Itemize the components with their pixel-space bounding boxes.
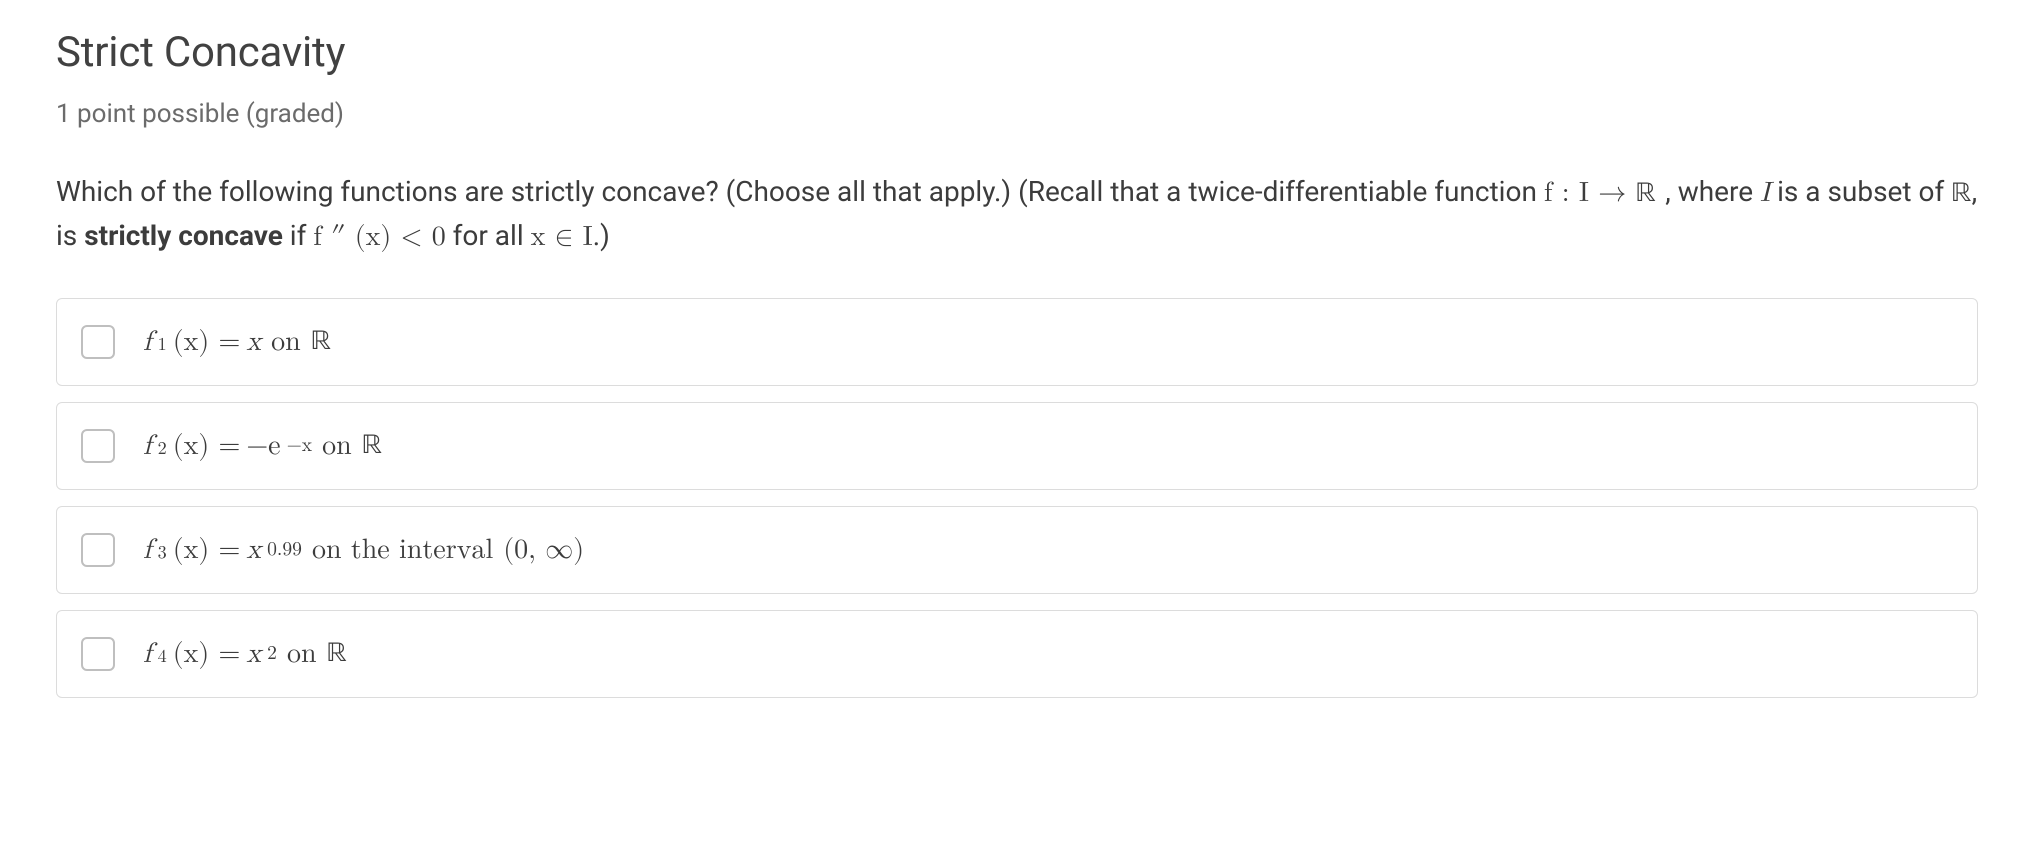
fn-sub: 4 [158,645,167,668]
fn-sub: 1 [158,333,167,356]
fn-open: (x) = [173,429,241,463]
question-title: Strict Concavity [56,28,1978,77]
stem-subset: is a subset of [1770,175,1951,208]
option-4[interactable]: f4 (x) = x2 on ℝ [56,610,1978,698]
fn-open: (x) = [173,637,241,671]
fn-base: x [246,637,261,671]
question-stem: Which of the following functions are str… [56,171,1978,258]
stem-forall: for all [446,219,531,252]
real-symbol-2: ℝ [1951,180,1971,208]
cond-text: f ″ (x) < 0 [313,223,445,251]
real-symbol: ℝ [1636,180,1656,208]
fn-label: f [143,637,152,671]
fn-body: x [246,325,261,359]
option-2-label: f2 (x) = −e −x on ℝ [143,429,382,464]
stem-fn-map: f : I → ℝ [1544,179,1665,207]
option-1[interactable]: f1 (x) = x on ℝ [56,298,1978,386]
options-list: f1 (x) = x on ℝ f2 (x) = −e−x on ℝ f3 (x… [56,298,1978,698]
fn-suffix: on [318,429,356,463]
fn-label: f [143,429,152,463]
stem-lead: Which of the following functions are str… [56,175,1544,208]
question-container: Strict Concavity 1 point possible (grade… [0,0,2034,738]
fn-label: f [143,533,152,567]
checkbox-2[interactable] [81,429,115,463]
fn-open: (x) = [173,325,241,359]
stem-where: , where [1665,175,1760,208]
checkbox-4[interactable] [81,637,115,671]
stem-x-in-I: x ∈ I [531,223,593,251]
option-3[interactable]: f3 (x) = x0.99 on the interval (0, ∞) [56,506,1978,594]
fn-suffix: on the interval [308,533,497,567]
map-prefix: f : I → [1544,179,1636,207]
points-possible: 1 point possible (graded) [56,99,1978,129]
fn-suffix: on [283,637,321,671]
checkbox-1[interactable] [81,325,115,359]
fn-base: x [246,533,261,567]
option-3-label: f3 (x) = x0.99 on the interval (0, ∞) [143,533,584,567]
fn-exp: −x [287,433,313,457]
fn-domain: ℝ [362,429,382,464]
xinI-text: x ∈ I [531,223,593,251]
stem-strict-concave: strictly concave [84,219,283,252]
fn-open: (x) = [173,533,241,567]
stem-I: I [1760,179,1770,207]
fn-sub: 3 [158,541,167,564]
fn-domain: ℝ [311,325,331,360]
fn-domain: (0, ∞) [503,533,584,567]
fn-prefix: −e [246,429,280,463]
fn-sub: 2 [158,437,167,460]
fn-exp: 2 [267,641,277,665]
option-2[interactable]: f2 (x) = −e −x on ℝ [56,402,1978,490]
option-4-label: f4 (x) = x2 on ℝ [143,637,347,672]
fn-label: f [143,325,152,359]
fn-exp: 0.99 [267,537,302,561]
fn-domain: ℝ [327,637,347,672]
stem-if: if [283,219,313,252]
stem-condition: f ″ (x) < 0 [313,223,445,251]
checkbox-3[interactable] [81,533,115,567]
stem-closing: .) [593,219,610,252]
fn-suffix: on [267,325,305,359]
option-1-label: f1 (x) = x on ℝ [143,325,331,360]
